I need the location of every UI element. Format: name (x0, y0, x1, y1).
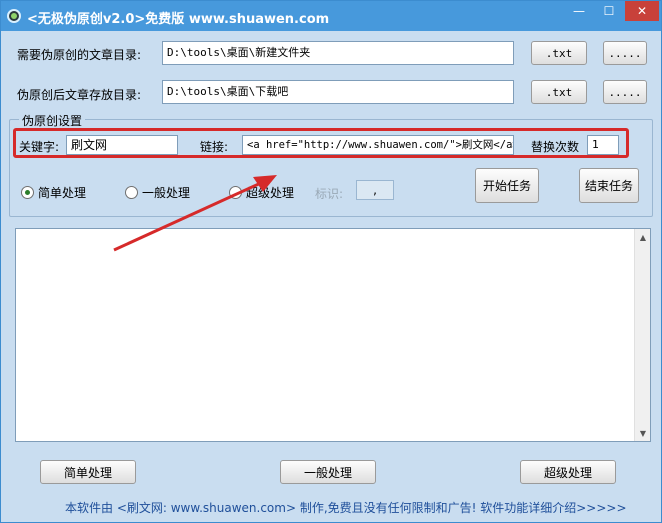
bottom-super-button[interactable]: 超级处理 (520, 460, 616, 484)
bottom-general-button[interactable]: 一般处理 (280, 460, 376, 484)
output-dir-label: 伪原创后文章存放目录: (17, 88, 142, 102)
scroll-up-arrow-icon[interactable]: ▲ (635, 229, 651, 245)
source-dir-label: 需要伪原创的文章目录: (17, 48, 142, 62)
mark-label: 标识: (315, 187, 344, 201)
stop-task-button[interactable]: 结束任务 (579, 168, 639, 203)
output-browse-button[interactable]: ..... (603, 80, 647, 104)
highlight-annotation-box (13, 128, 629, 158)
radio-simple-label: 简单处理 (38, 186, 87, 200)
scroll-down-arrow-icon[interactable]: ▼ (635, 425, 651, 441)
radio-simple[interactable]: 简单处理 (21, 184, 86, 201)
radio-super[interactable]: 超级处理 (229, 184, 294, 201)
output-log-textarea[interactable]: ▲ ▼ (15, 228, 651, 442)
radio-selected-icon (21, 186, 34, 199)
start-task-button[interactable]: 开始任务 (475, 168, 539, 203)
maximize-button[interactable]: ☐ (595, 1, 623, 21)
minimize-button[interactable]: — (565, 1, 593, 21)
radio-general[interactable]: 一般处理 (125, 184, 190, 201)
settings-group-title: 伪原创设置 (19, 112, 86, 129)
source-ext-button[interactable]: .txt (531, 41, 587, 65)
app-window: <无极伪原创v2.0>免费版 www.shuawen.com — ☐ ✕ 需要伪… (0, 0, 662, 523)
radio-unselected-icon (229, 186, 242, 199)
source-dir-input[interactable]: D:\tools\桌面\新建文件夹 (162, 41, 514, 65)
mark-input[interactable]: , (356, 180, 394, 200)
source-browse-button[interactable]: ..... (603, 41, 647, 65)
bottom-simple-button[interactable]: 简单处理 (40, 460, 136, 484)
output-dir-input[interactable]: D:\tools\桌面\下载吧 (162, 80, 514, 104)
radio-super-label: 超级处理 (246, 186, 295, 200)
close-button[interactable]: ✕ (625, 1, 659, 21)
output-ext-button[interactable]: .txt (531, 80, 587, 104)
window-title: <无极伪原创v2.0>免费版 www.shuawen.com (27, 12, 330, 27)
title-bar[interactable]: <无极伪原创v2.0>免费版 www.shuawen.com — ☐ ✕ (1, 1, 661, 31)
app-logo-icon (7, 9, 21, 23)
radio-unselected-icon (125, 186, 138, 199)
radio-general-label: 一般处理 (142, 186, 191, 200)
vertical-scrollbar[interactable]: ▲ ▼ (634, 229, 650, 441)
footer-info-link[interactable]: 本软件由 <刷文网: www.shuawen.com> 制作,免费且没有任何限制… (65, 499, 627, 516)
